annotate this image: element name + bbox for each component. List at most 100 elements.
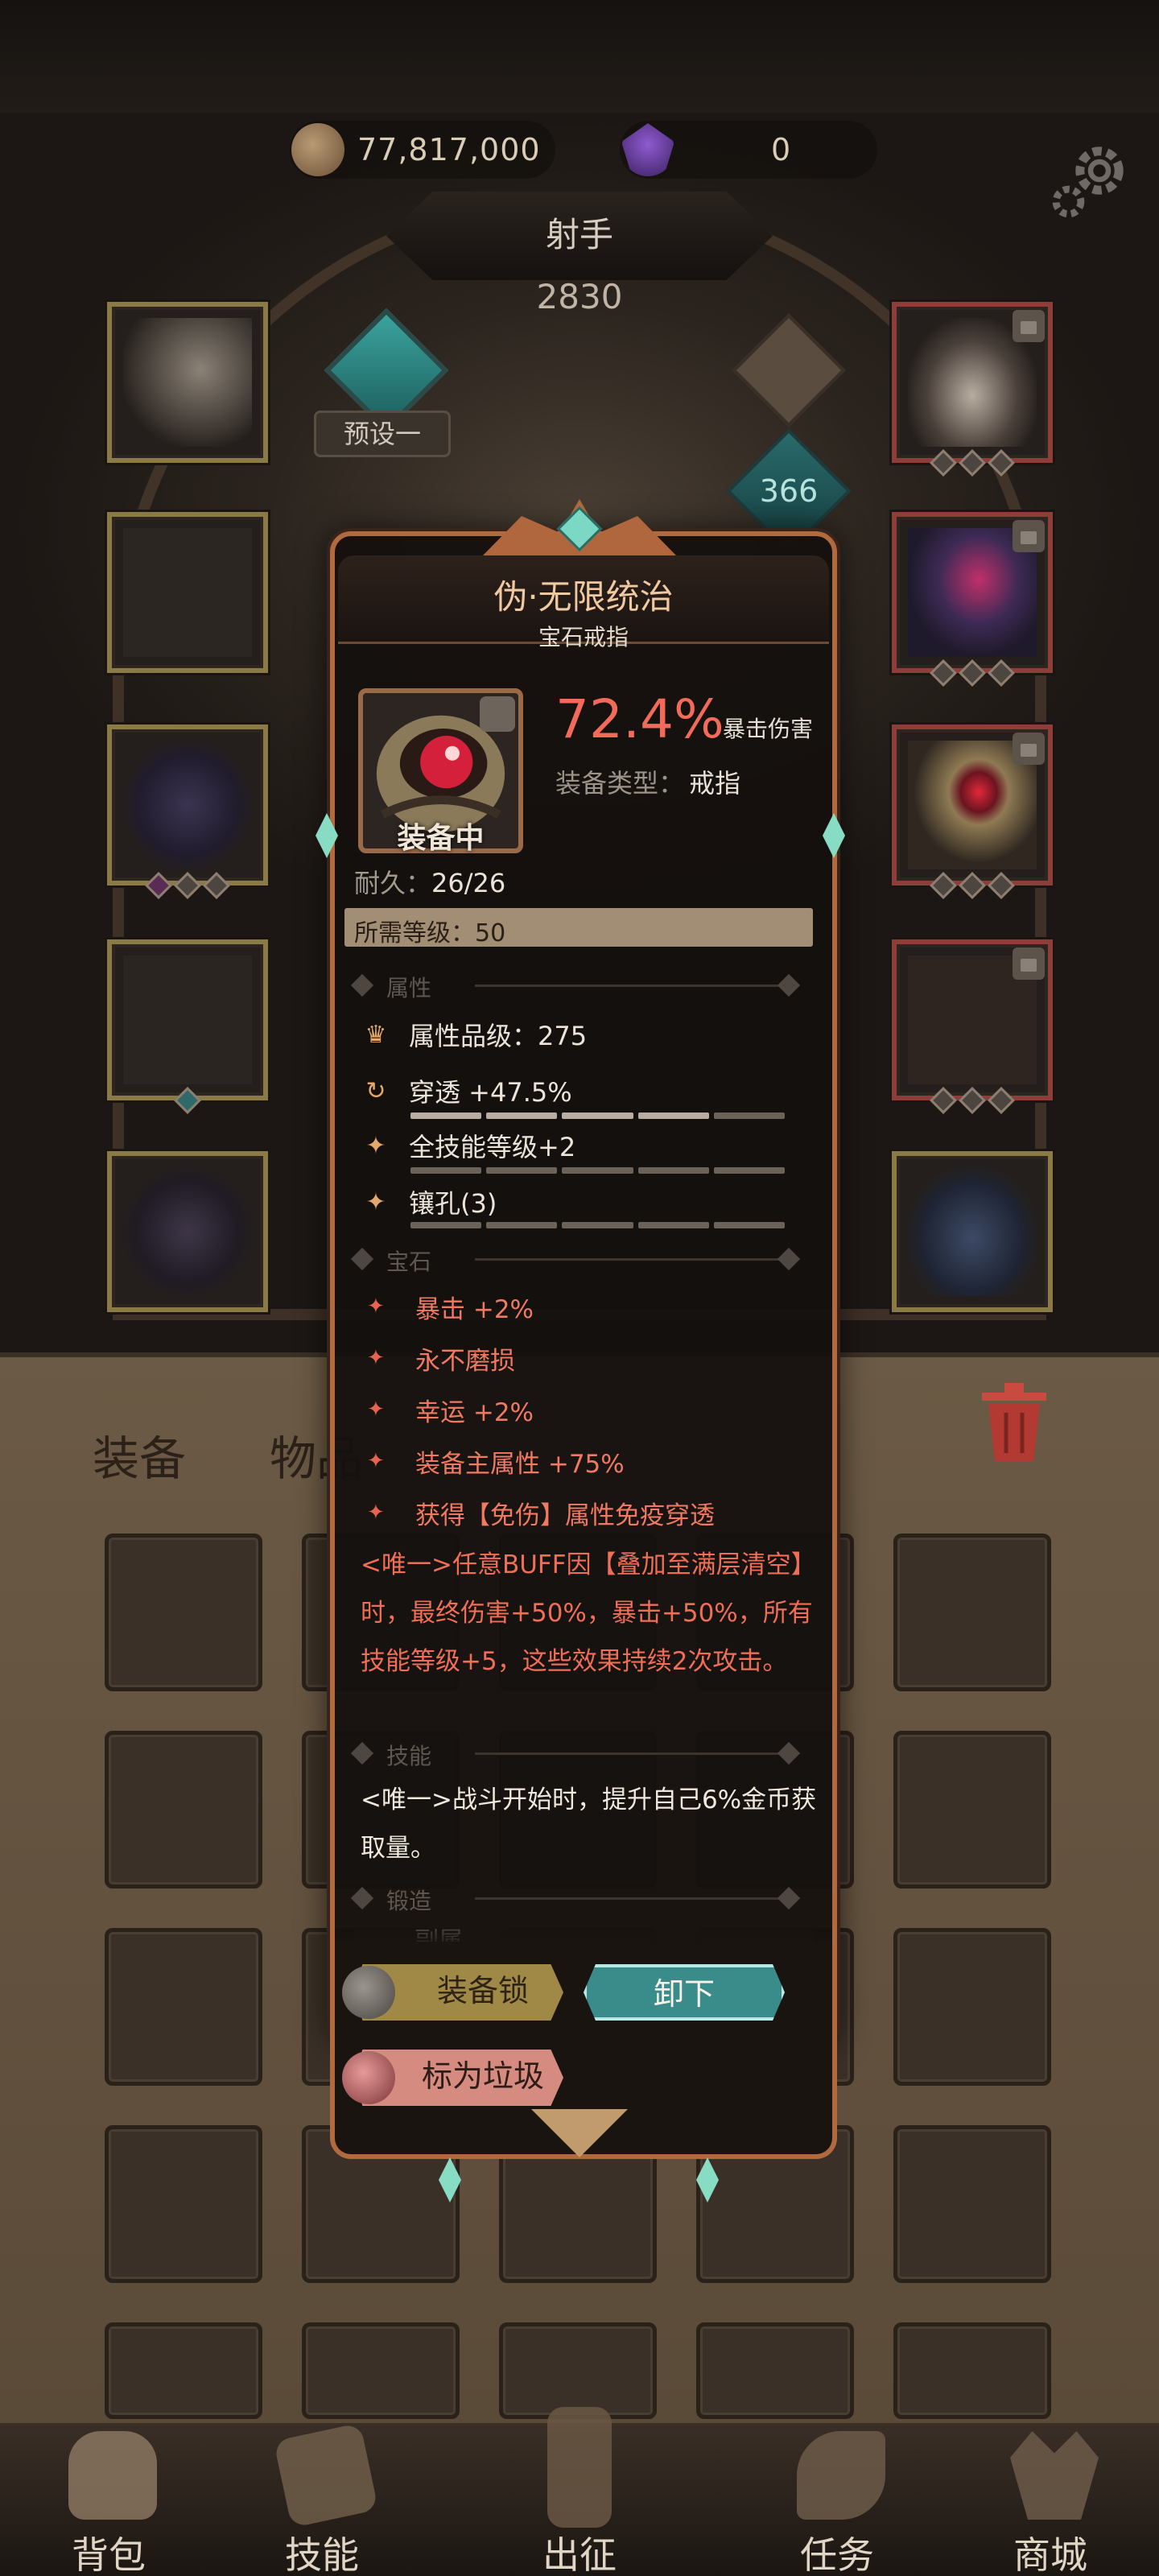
sword-scroll-icon <box>547 2407 612 2528</box>
gem-row: ✦ 装备主属性 +75% <box>367 1443 625 1480</box>
gem-text: 获得【免伤】属性免疫穿透 <box>415 1501 715 1530</box>
empty-slot-icon <box>123 528 252 657</box>
inventory-slot[interactable] <box>302 2322 460 2419</box>
gem-value: 0 <box>771 132 792 167</box>
nav-backpack[interactable]: 背包 <box>28 2423 189 2576</box>
junk-crystal-icon <box>342 2051 395 2104</box>
slot-cloak[interactable] <box>892 1151 1053 1312</box>
slot-armor[interactable] <box>107 724 268 899</box>
nav-quests[interactable]: 任务 <box>757 2423 918 2576</box>
section-diamond <box>350 1247 374 1271</box>
attribute-text: 属性品级：275 <box>409 1021 588 1051</box>
equip-type-value: 戒指 <box>689 768 741 799</box>
inventory-slot[interactable] <box>893 2322 1051 2419</box>
level-value: 366 <box>759 473 819 509</box>
inventory-slot[interactable] <box>105 2125 262 2283</box>
equip-type-label: 装备类型： <box>555 768 685 799</box>
top-bar <box>0 0 1159 113</box>
cloak-icon <box>908 1167 1037 1296</box>
crystal-icon <box>621 123 674 176</box>
section-line <box>475 1752 781 1755</box>
wing-weapon-icon <box>123 318 252 447</box>
section-diamond <box>777 1247 801 1271</box>
inventory-slot[interactable] <box>893 1928 1051 2086</box>
inventory-slot[interactable] <box>893 1731 1051 1889</box>
inventory-slot[interactable] <box>893 1534 1051 1691</box>
attribute-text: 镶孔(3) <box>409 1188 497 1219</box>
gem-text: 幸运 +2% <box>415 1397 534 1427</box>
socket-indicators <box>930 872 1015 899</box>
inventory-slot[interactable] <box>105 1731 262 1889</box>
nav-label: 出征 <box>542 2533 617 2576</box>
socket-indicators <box>145 872 230 899</box>
slot-weapon[interactable] <box>107 302 268 463</box>
unequip-button[interactable]: 卸下 <box>584 1964 785 2021</box>
attribute-row: ✦ 全技能等级+2 <box>361 1125 575 1166</box>
inventory-slot[interactable] <box>696 2322 854 2419</box>
inventory-slot[interactable] <box>105 1534 262 1691</box>
lock-icon <box>1013 520 1045 552</box>
gem-row: ✦ 暴击 +2% <box>367 1288 534 1325</box>
section-title: 属性 <box>386 975 432 1001</box>
inventory-slot[interactable] <box>499 2322 657 2419</box>
gem-text: 永不磨损 <box>415 1346 515 1376</box>
equipped-label: 装备中 <box>397 822 485 855</box>
slot-boots[interactable] <box>107 1151 268 1312</box>
lock-icon[interactable] <box>480 696 515 732</box>
nav-skills[interactable]: 技能 <box>241 2422 402 2576</box>
inventory-slot[interactable] <box>105 2322 262 2419</box>
power-value: 2830 <box>536 277 623 316</box>
lock-icon <box>1013 310 1045 342</box>
slot-offhand[interactable] <box>892 939 1053 1114</box>
section-line <box>475 1897 781 1900</box>
slot-gloves[interactable] <box>107 939 268 1114</box>
section-attributes: 属性 <box>350 969 813 1001</box>
preset-label[interactable]: 预设一 <box>314 411 451 457</box>
section-diamond <box>777 1886 801 1910</box>
slot-ring-2[interactable] <box>892 724 1053 899</box>
section-title: 宝石 <box>386 1249 432 1275</box>
main-stat-label: 暴击伤害 <box>723 716 814 742</box>
sparkle-icon: ✦ <box>365 1131 386 1160</box>
section-title: 技能 <box>386 1743 432 1769</box>
horn-icon <box>797 2431 885 2520</box>
attribute-bar <box>410 1113 786 1119</box>
crown-icon: ♛ <box>365 1020 387 1049</box>
attribute-text: 穿透 +47.5% <box>409 1077 572 1108</box>
nav-label: 技能 <box>285 2533 359 2576</box>
slot-helmet[interactable] <box>107 512 268 673</box>
gem-row: ✦ 幸运 +2% <box>367 1391 534 1428</box>
nav-label: 背包 <box>72 2533 146 2576</box>
durability-value: 26/26 <box>431 868 506 898</box>
inventory-slot[interactable] <box>893 2125 1051 2283</box>
section-forge: 锻造 <box>350 1882 813 1914</box>
durability: 耐久：26/26 <box>354 863 505 900</box>
gold-value: 77,817,000 <box>357 132 541 167</box>
trash-icon[interactable] <box>974 1377 1054 1465</box>
skill-text: <唯一>战斗开始时，提升自己6%金币获取量。 <box>361 1785 817 1863</box>
gold-coin-icon <box>291 123 344 176</box>
nav-expedition[interactable]: 出征 <box>499 2407 660 2576</box>
nav-label: 任务 <box>800 2533 874 2576</box>
socket-indicators <box>930 1087 1015 1114</box>
section-diamond <box>350 973 374 997</box>
gem-counter: 0 <box>620 121 877 179</box>
boots-icon <box>123 1167 252 1296</box>
star-icon: ✦ <box>367 1501 385 1525</box>
required-level: 所需等级：50 <box>354 919 506 947</box>
nav-shop[interactable]: 商城 <box>970 2423 1131 2576</box>
slot-necklace[interactable] <box>892 302 1053 477</box>
item-name: 伪·无限统治 <box>493 577 674 617</box>
gem-text: 暴击 +2% <box>415 1294 534 1324</box>
star-icon: ✦ <box>367 1346 385 1370</box>
inventory-slot[interactable] <box>105 1928 262 2086</box>
gear-icon[interactable] <box>1046 135 1135 224</box>
main-stat-value: 72.4% <box>555 688 724 750</box>
slot-ring-1[interactable] <box>892 512 1053 687</box>
section-line <box>475 1258 781 1261</box>
tab-equipment[interactable]: 装备 <box>93 1421 186 1488</box>
empty-slot-icon <box>123 956 252 1084</box>
gem-text: 装备主属性 +75% <box>415 1449 625 1479</box>
gem-row: ✦ 获得【免伤】属性免疫穿透 <box>367 1494 715 1531</box>
dark-armor-icon <box>123 741 252 869</box>
